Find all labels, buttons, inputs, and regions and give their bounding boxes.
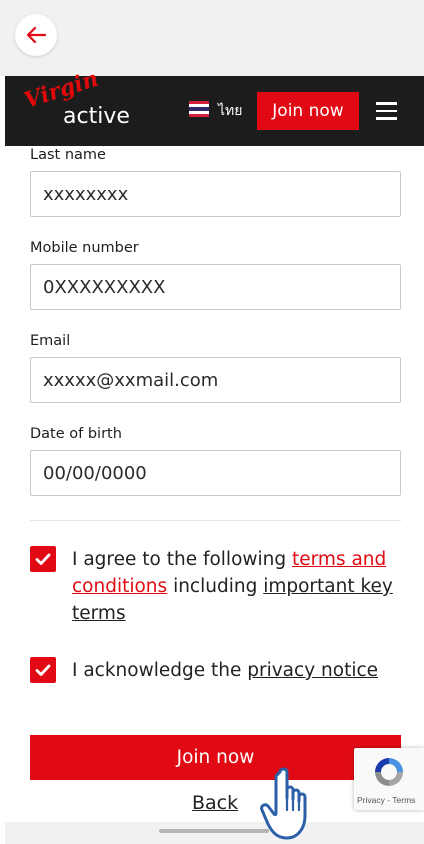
date-of-birth-input[interactable]: 00/00/0000 [30,450,401,496]
email-label: Email [30,333,71,349]
privacy-text-before: I acknowledge the [72,660,248,681]
recaptcha-privacy-link[interactable]: Privacy [357,795,385,805]
date-of-birth-label: Date of birth [30,426,122,442]
terms-checkbox[interactable] [30,546,56,572]
language-selector[interactable]: ไทย [218,100,242,122]
back-button[interactable] [15,14,57,56]
thai-flag-icon[interactable] [189,101,209,117]
checkmark-icon [35,553,51,565]
last-name-label: Last name [30,147,106,163]
terms-text-before: I agree to the following [72,549,293,570]
divider [30,520,401,521]
privacy-checkbox[interactable] [30,657,56,683]
terms-consent-text: I agree to the following terms and condi… [72,546,407,627]
virgin-active-logo[interactable]: Virgin active [21,66,130,136]
checkmark-icon [35,664,51,676]
email-input[interactable]: xxxxx@xxmail.com [30,357,401,403]
recaptcha-links: Privacy - Terms [357,795,415,805]
privacy-consent-text: I acknowledge the privacy notice [72,657,407,684]
mobile-number-label: Mobile number [30,240,139,256]
site-header: Virgin active ไทย Join now [5,66,424,146]
home-indicator[interactable] [159,829,269,833]
top-bar [0,0,424,76]
mobile-number-input[interactable]: 0XXXXXXXXX [30,264,401,310]
recaptcha-badge[interactable]: Privacy - Terms [354,748,424,810]
hand-pointer-icon [260,767,307,840]
hamburger-menu-icon[interactable] [376,102,397,120]
terms-text-middle: including [167,576,264,597]
logo-active-text: active [63,104,130,129]
back-link[interactable]: Back [192,792,238,814]
header-join-button[interactable]: Join now [257,92,359,130]
recaptcha-icon [375,758,403,786]
back-arrow-icon [26,26,47,44]
join-now-button[interactable]: Join now [30,735,401,780]
privacy-notice-link[interactable]: privacy notice [247,660,378,681]
last-name-input[interactable]: xxxxxxxx [30,171,401,217]
recaptcha-terms-link[interactable]: Terms [392,795,415,805]
bottom-bar [5,822,424,844]
